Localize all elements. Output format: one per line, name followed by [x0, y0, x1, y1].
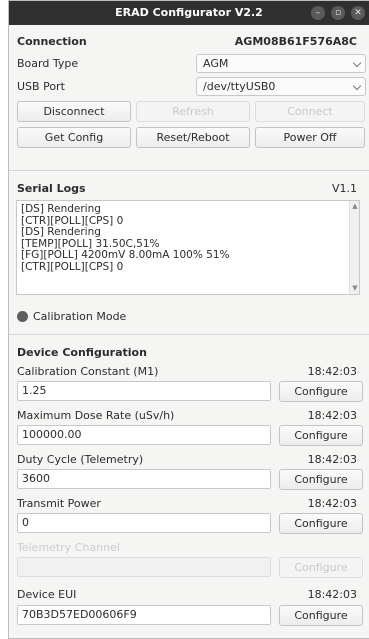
log-line: [CTR][POLL][CPS] 0 [21, 260, 124, 273]
connection-header: Connection AGM08B61F576A8C [17, 32, 363, 50]
disconnect-button[interactable]: Disconnect [17, 101, 131, 122]
get-config-button[interactable]: Get Config [17, 127, 131, 148]
configure-duty-cycle-button[interactable]: Configure [279, 469, 363, 490]
param-duty-cycle: Duty Cycle (Telemetry) 18:42:03 [17, 450, 363, 468]
usb-port-value: /dev/ttyUSB0 [203, 80, 276, 93]
configure-device-eui-button[interactable]: Configure [279, 605, 363, 626]
board-type-label: Board Type [17, 56, 79, 70]
chevron-down-icon [352, 58, 362, 68]
refresh-button[interactable]: Refresh [136, 101, 250, 122]
power-off-button[interactable]: Power Off [255, 127, 365, 148]
param-timestamp: 18:42:03 [307, 364, 357, 378]
serial-log-output[interactable]: [DS] Rendering [CTR][POLL][CPS] 0 [DS] R… [16, 200, 360, 295]
calibration-mode-row: Calibration Mode [33, 307, 363, 325]
connect-button[interactable]: Connect [255, 101, 365, 122]
configure-telemetry-channel-button[interactable]: Configure [279, 557, 363, 578]
device-eui-input[interactable]: 70B3D57ED00606F9 [17, 605, 271, 625]
param-calibration-constant: Calibration Constant (M1) 18:42:03 [17, 362, 363, 380]
param-timestamp: 18:42:03 [307, 587, 357, 601]
firmware-version: V1.1 [331, 181, 357, 195]
param-max-dose-rate: Maximum Dose Rate (uSv/h) 18:42:03 [17, 406, 363, 424]
log-line: [FG][POLL] 4200mV 8.00mA 100% 51% [21, 249, 230, 261]
close-icon[interactable]: ✕ [351, 6, 365, 20]
configure-calibration-constant-button[interactable]: Configure [279, 381, 363, 402]
param-timestamp: 18:42:03 [307, 452, 357, 466]
param-label: Device EUI [17, 587, 77, 601]
maximize-icon[interactable]: ▫ [331, 6, 345, 20]
app-window: ERAD Configurator V2.2 – ▫ ✕ Connection … [8, 0, 369, 639]
serial-logs-header: Serial Logs V1.1 [17, 179, 363, 197]
title-bar[interactable]: ERAD Configurator V2.2 – ▫ ✕ [9, 1, 369, 25]
configure-max-dose-rate-button[interactable]: Configure [279, 425, 363, 446]
device-config-header: Device Configuration [17, 343, 363, 361]
param-label: Telemetry Channel [17, 540, 120, 554]
section-divider [9, 170, 369, 171]
board-type-select[interactable]: AGM [196, 54, 366, 73]
telemetry-channel-input[interactable] [17, 557, 271, 577]
device-id: AGM08B61F576A8C [234, 34, 357, 48]
log-line: [DS] Rendering [21, 203, 101, 215]
usb-port-label: USB Port [17, 79, 65, 93]
log-line: [DS] Rendering [21, 226, 101, 238]
board-type-value: AGM [203, 57, 229, 70]
section-divider [9, 334, 369, 335]
log-scrollbar[interactable]: ▲ ▼ [349, 201, 359, 294]
calibration-mode-radio[interactable] [17, 311, 28, 322]
param-timestamp: 18:42:03 [307, 496, 357, 510]
scroll-down-icon[interactable]: ▼ [352, 283, 358, 295]
connection-heading: Connection [17, 34, 87, 48]
transmit-power-input[interactable]: 0 [17, 513, 271, 533]
param-label: Maximum Dose Rate (uSv/h) [17, 408, 175, 422]
param-transmit-power: Transmit Power 18:42:03 [17, 494, 363, 512]
duty-cycle-input[interactable]: 3600 [17, 469, 271, 489]
scroll-up-icon[interactable]: ▲ [352, 201, 358, 213]
minimize-icon[interactable]: – [311, 6, 325, 20]
param-label: Transmit Power [17, 496, 101, 510]
calibration-constant-input[interactable]: 1.25 [17, 381, 271, 401]
param-device-eui: Device EUI 18:42:03 [17, 585, 363, 603]
chevron-down-icon [352, 81, 362, 91]
max-dose-rate-input[interactable]: 100000.00 [17, 425, 271, 445]
param-timestamp: 18:42:03 [307, 408, 357, 422]
serial-logs-heading: Serial Logs [17, 181, 86, 195]
calibration-mode-label: Calibration Mode [33, 309, 127, 323]
configure-transmit-power-button[interactable]: Configure [279, 513, 363, 534]
param-label: Calibration Constant (M1) [17, 364, 159, 378]
param-label: Duty Cycle (Telemetry) [17, 452, 144, 466]
reset-reboot-button[interactable]: Reset/Reboot [136, 127, 250, 148]
device-config-heading: Device Configuration [17, 345, 147, 359]
param-telemetry-channel: Telemetry Channel [17, 538, 363, 556]
usb-port-select[interactable]: /dev/ttyUSB0 [196, 77, 366, 96]
